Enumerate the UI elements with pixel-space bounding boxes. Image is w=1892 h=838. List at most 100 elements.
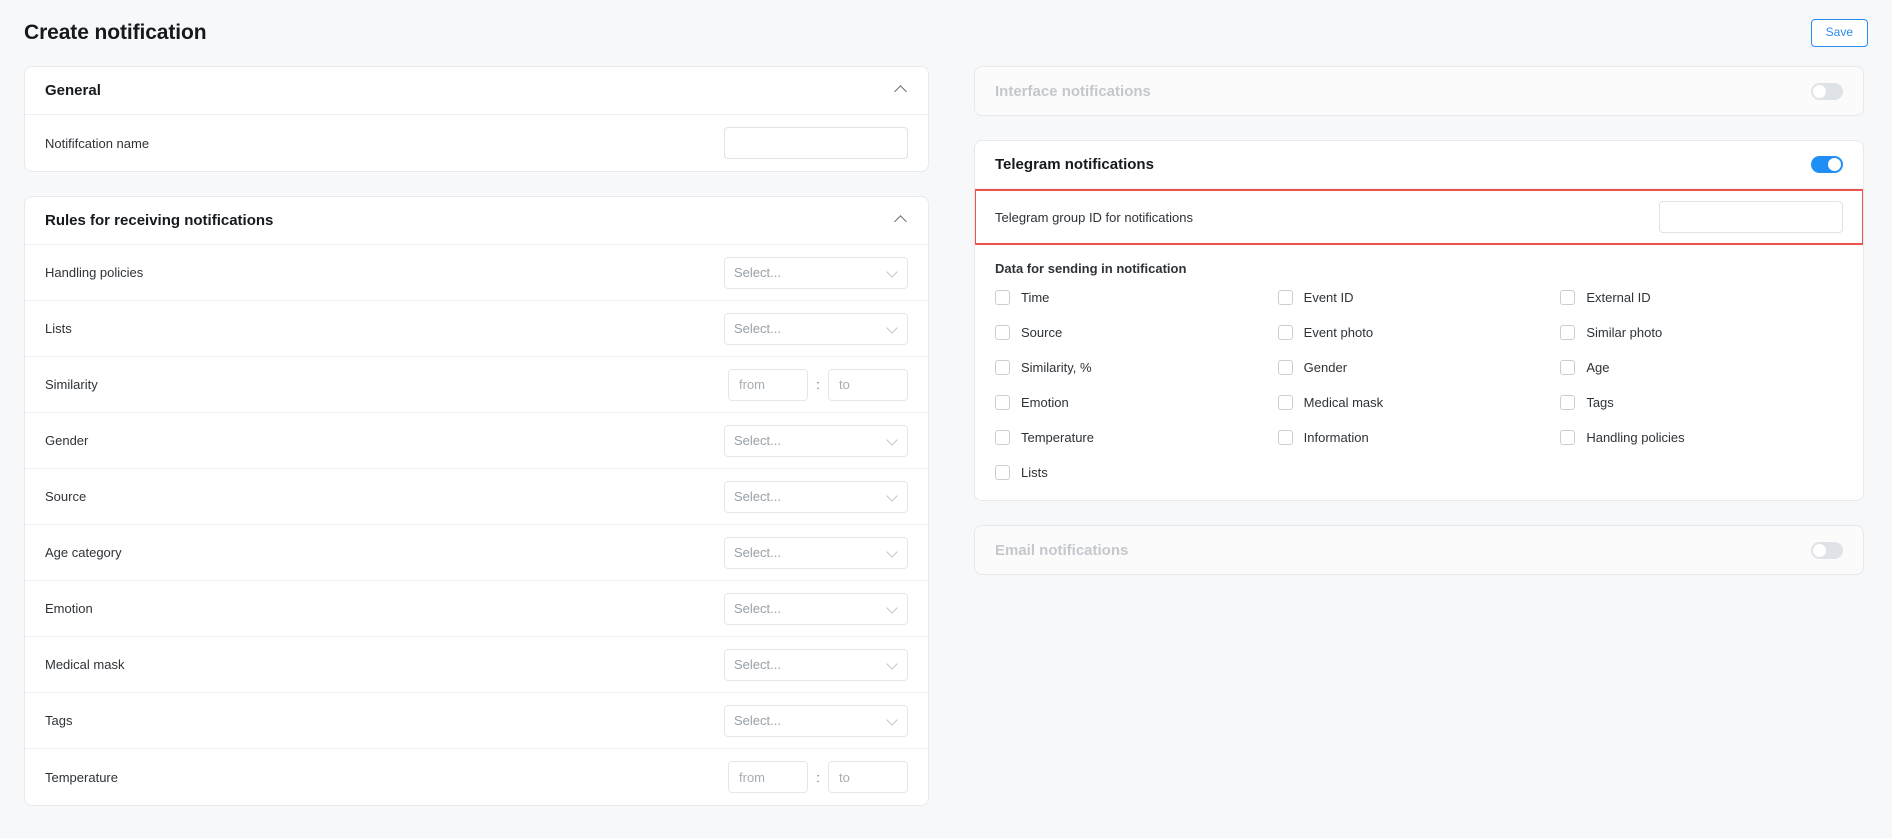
general-rows: Notififcation name (25, 115, 928, 171)
rules-rows: Handling policiesSelect... Lists Select...… (25, 245, 928, 805)
checkbox-icon[interactable] (1278, 360, 1293, 375)
emotion-select[interactable]: Select... (724, 593, 908, 625)
source-select[interactable]: Select... (724, 481, 908, 513)
checkbox-label: Event photo (1304, 325, 1373, 340)
checkbox-label: Handling policies (1586, 430, 1684, 445)
form-row-handling-policies: Handling policiesSelect... (25, 245, 928, 301)
interface-notifications-card: Interface notifications (974, 66, 1864, 116)
checkbox-icon[interactable] (995, 395, 1010, 410)
checkbox-icon[interactable] (995, 465, 1010, 480)
form-row-medical-mask: Medical mask Select... (25, 637, 928, 693)
checkbox-item-gender[interactable]: Gender (1278, 360, 1561, 375)
save-button[interactable]: Save (1811, 19, 1868, 46)
interface-notifications-toggle[interactable] (1811, 83, 1843, 100)
select-value: Select... (734, 489, 781, 504)
similarity-to-input[interactable] (828, 369, 908, 401)
checkbox-icon[interactable] (1560, 325, 1575, 340)
checkbox-icon[interactable] (1560, 430, 1575, 445)
form-row-label: Age category (45, 545, 122, 560)
chevron-up-icon[interactable] (894, 84, 908, 98)
email-notifications-toggle[interactable] (1811, 542, 1843, 559)
checkbox-item-medical-mask[interactable]: Medical mask (1278, 395, 1561, 410)
checkbox-icon[interactable] (1278, 395, 1293, 410)
checkbox-label: Similar photo (1586, 325, 1662, 340)
similarity-from-input[interactable] (728, 369, 808, 401)
page-header: Create notification Save (0, 0, 1892, 66)
checkbox-item-handling-policies[interactable]: Handling policies (1560, 430, 1843, 445)
checkbox-icon[interactable] (995, 325, 1010, 340)
form-row-label: Notififcation name (45, 136, 149, 151)
checkbox-item-age[interactable]: Age (1560, 360, 1843, 375)
rules-card: Rules for receiving notifications Handli… (24, 196, 929, 806)
form-row-label: Emotion (45, 601, 93, 616)
checkbox-item-tags[interactable]: Tags (1560, 395, 1843, 410)
rules-card-header[interactable]: Rules for receiving notifications (25, 197, 928, 245)
lists-select[interactable]: Select... (724, 313, 908, 345)
form-row-label: Temperature (45, 770, 118, 785)
chevron-down-icon (887, 715, 898, 726)
checkbox-item-lists[interactable]: Lists (995, 465, 1278, 480)
checkbox-item-similar-photo[interactable]: Similar photo (1560, 325, 1843, 340)
data-for-sending-grid: Time Event ID External ID Source Event photo… (995, 290, 1843, 480)
checkbox-item-event-photo[interactable]: Event photo (1278, 325, 1561, 340)
checkbox-icon[interactable] (1560, 360, 1575, 375)
checkbox-icon[interactable] (1560, 290, 1575, 305)
checkbox-item-temperature[interactable]: Temperature (995, 430, 1278, 445)
telegram-notifications-toggle[interactable] (1811, 156, 1843, 173)
checkbox-label: Emotion (1021, 395, 1069, 410)
checkbox-icon[interactable] (995, 290, 1010, 305)
form-row-label: Lists (45, 321, 72, 336)
chevron-down-icon (887, 491, 898, 502)
general-card: General Notififcation name (24, 66, 929, 172)
general-card-header[interactable]: General (25, 67, 928, 115)
temperature-from-input[interactable] (728, 761, 808, 793)
age-category-select[interactable]: Select... (724, 537, 908, 569)
telegram-notifications-header: Telegram notifications (975, 141, 1863, 189)
temperature-range: : (728, 761, 908, 793)
checkbox-label: Information (1304, 430, 1369, 445)
checkbox-label: Event ID (1304, 290, 1354, 305)
range-separator: : (808, 377, 828, 392)
tags-select[interactable]: Select... (724, 705, 908, 737)
form-row-label: Tags (45, 713, 72, 728)
form-row-label: Medical mask (45, 657, 124, 672)
form-row-label: Gender (45, 433, 88, 448)
checkbox-item-time[interactable]: Time (995, 290, 1278, 305)
chevron-up-icon[interactable] (894, 214, 908, 228)
checkbox-label: Similarity, % (1021, 360, 1092, 375)
select-value: Select... (734, 657, 781, 672)
email-notifications-header: Email notifications (975, 526, 1863, 574)
gender-select[interactable]: Select... (724, 425, 908, 457)
medical-mask-select[interactable]: Select... (724, 649, 908, 681)
checkbox-icon[interactable] (995, 360, 1010, 375)
checkbox-icon[interactable] (1278, 325, 1293, 340)
handling-policies-select[interactable]: Select... (724, 257, 908, 289)
checkbox-item-information[interactable]: Information (1278, 430, 1561, 445)
page-title: Create notification (24, 21, 206, 45)
checkbox-label: External ID (1586, 290, 1650, 305)
general-card-title: General (45, 82, 101, 99)
telegram-notifications-title: Telegram notifications (995, 156, 1154, 173)
select-value: Select... (734, 545, 781, 560)
notififcation-name-input[interactable] (724, 127, 908, 159)
temperature-to-input[interactable] (828, 761, 908, 793)
interface-notifications-title: Interface notifications (995, 83, 1151, 100)
checkbox-item-source[interactable]: Source (995, 325, 1278, 340)
checkbox-icon[interactable] (995, 430, 1010, 445)
checkbox-label: Lists (1021, 465, 1048, 480)
checkbox-item-event-id[interactable]: Event ID (1278, 290, 1561, 305)
select-value: Select... (734, 321, 781, 336)
checkbox-label: Gender (1304, 360, 1347, 375)
select-value: Select... (734, 265, 781, 280)
chevron-down-icon (887, 603, 898, 614)
checkbox-icon[interactable] (1560, 395, 1575, 410)
checkbox-item-similarity[interactable]: Similarity, % (995, 360, 1278, 375)
page-body: General Notififcation name Rules for rec… (0, 66, 1892, 830)
checkbox-icon[interactable] (1278, 430, 1293, 445)
checkbox-item-emotion[interactable]: Emotion (995, 395, 1278, 410)
checkbox-item-external-id[interactable]: External ID (1560, 290, 1843, 305)
chevron-down-icon (887, 547, 898, 558)
checkbox-icon[interactable] (1278, 290, 1293, 305)
similarity-range: : (728, 369, 908, 401)
telegram-group-id-input[interactable] (1659, 201, 1843, 233)
